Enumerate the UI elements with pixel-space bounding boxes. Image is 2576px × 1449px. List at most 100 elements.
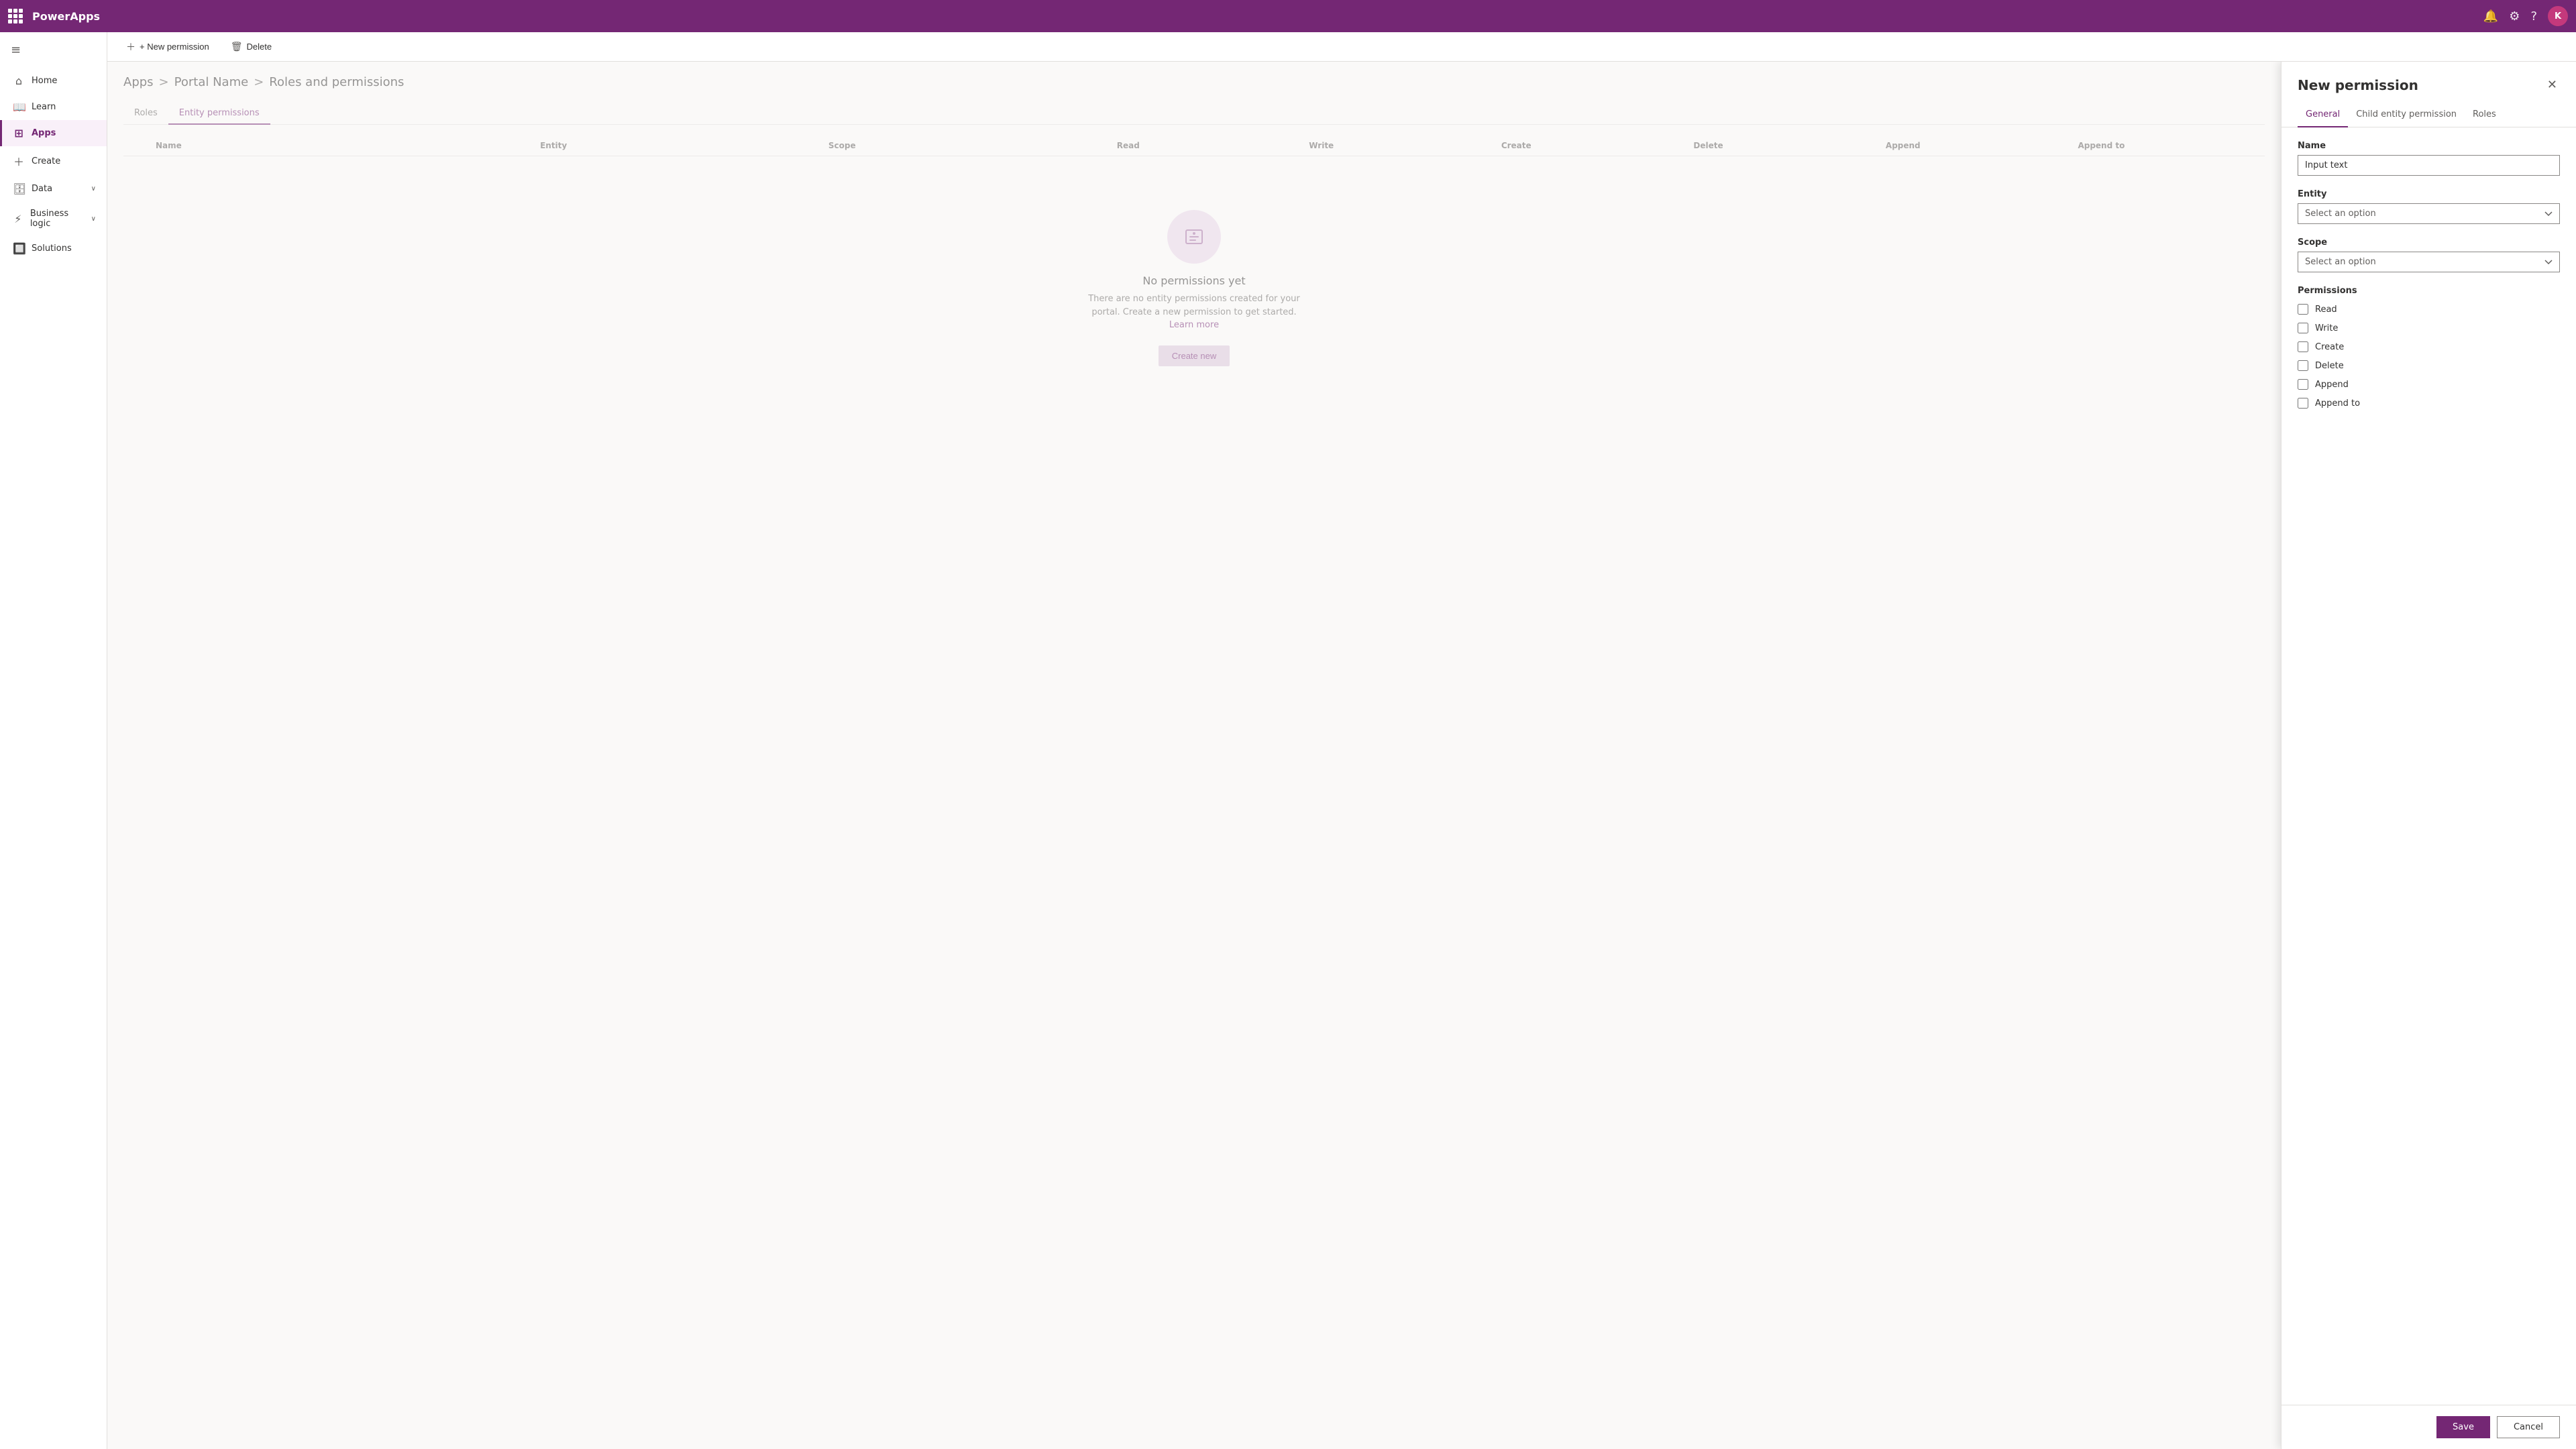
topbar: PowerApps 🔔 ⚙ ? K	[0, 0, 2576, 32]
sidebar-item-data[interactable]: 🗄 Data ∨	[0, 176, 107, 202]
sidebar-item-solutions[interactable]: 🔲 Solutions	[0, 235, 107, 262]
col-scope: Scope	[823, 141, 1112, 150]
add-icon: ＋	[126, 40, 136, 54]
panel-tab-child-entity[interactable]: Child entity permission	[2348, 103, 2465, 127]
empty-title: No permissions yet	[1142, 274, 1245, 287]
panel-tab-roles[interactable]: Roles	[2465, 103, 2504, 127]
command-bar: ＋ + New permission 🗑 Delete	[107, 32, 2576, 62]
delete-checkbox[interactable]	[2298, 360, 2308, 371]
checkbox-append-to[interactable]: Append to	[2298, 398, 2560, 409]
sidebar-toggle[interactable]: ≡	[0, 38, 107, 62]
empty-state: No permissions yet There are no entity p…	[123, 156, 2265, 420]
permissions-label: Permissions	[2298, 286, 2560, 296]
col-checkbox	[123, 141, 150, 150]
panel-title: New permission	[2298, 77, 2418, 93]
breadcrumb: Apps > Portal Name > Roles and permissio…	[123, 75, 2265, 89]
learn-more-link[interactable]: Learn more	[1169, 320, 1219, 330]
write-label: Write	[2315, 323, 2338, 333]
append-to-checkbox[interactable]	[2298, 398, 2308, 409]
col-create: Create	[1496, 141, 1688, 150]
scope-select[interactable]: Select an option	[2298, 252, 2560, 272]
append-to-label: Append to	[2315, 398, 2360, 409]
checkbox-read[interactable]: Read	[2298, 304, 2560, 315]
apps-icon: ⊞	[13, 127, 25, 140]
create-new-button[interactable]: Create new	[1159, 345, 1230, 366]
append-label: Append	[2315, 380, 2349, 390]
save-button[interactable]: Save	[2436, 1416, 2490, 1438]
page-content: Apps > Portal Name > Roles and permissio…	[107, 62, 2281, 1449]
new-permission-button[interactable]: ＋ + New permission	[121, 38, 215, 56]
waffle-menu[interactable]	[8, 9, 23, 23]
col-append-to: Append to	[2072, 141, 2265, 150]
avatar[interactable]: K	[2548, 6, 2568, 26]
business-logic-chevron-icon: ∨	[91, 215, 96, 223]
checkbox-delete[interactable]: Delete	[2298, 360, 2560, 371]
panel-header: New permission ✕	[2282, 62, 2576, 95]
col-entity: Entity	[535, 141, 823, 150]
col-name[interactable]: Name	[150, 141, 535, 150]
entity-tabs: Roles Entity permissions	[123, 103, 2265, 125]
main-layout: ≡ ⌂ Home 📖 Learn ⊞ Apps ＋ Create 🗄 Data …	[0, 32, 2576, 1449]
entity-select[interactable]: Select an option	[2298, 203, 2560, 224]
checkbox-append[interactable]: Append	[2298, 379, 2560, 390]
help-icon[interactable]: ?	[2530, 9, 2537, 23]
sidebar-item-business-logic[interactable]: ⚡ Business logic ∨	[0, 202, 107, 235]
page-area: Apps > Portal Name > Roles and permissio…	[107, 62, 2576, 1449]
scope-field-group: Scope Select an option	[2298, 237, 2560, 272]
col-read: Read	[1112, 141, 1304, 150]
table-header: Name Entity Scope Read Write Create Dele…	[123, 136, 2265, 156]
entity-field-group: Entity Select an option	[2298, 189, 2560, 224]
empty-desc: There are no entity permissions created …	[1080, 292, 1308, 332]
data-icon: 🗄	[13, 182, 25, 195]
col-write: Write	[1303, 141, 1496, 150]
scope-label: Scope	[2298, 237, 2560, 248]
app-title: PowerApps	[32, 10, 100, 23]
home-icon: ⌂	[13, 74, 25, 87]
gear-icon[interactable]: ⚙	[2509, 9, 2520, 23]
panel-tabs: General Child entity permission Roles	[2282, 103, 2576, 127]
breadcrumb-sep-1: >	[159, 75, 169, 89]
name-label: Name	[2298, 141, 2560, 151]
checkbox-write[interactable]: Write	[2298, 323, 2560, 333]
sidebar-item-apps[interactable]: ⊞ Apps	[0, 120, 107, 146]
read-label: Read	[2315, 305, 2337, 315]
append-checkbox[interactable]	[2298, 379, 2308, 390]
write-checkbox[interactable]	[2298, 323, 2308, 333]
breadcrumb-apps[interactable]: Apps	[123, 75, 154, 89]
tab-roles[interactable]: Roles	[123, 103, 168, 125]
create-icon: ＋	[13, 153, 25, 169]
panel-close-button[interactable]: ✕	[2544, 75, 2560, 95]
col-append: Append	[1880, 141, 2073, 150]
delete-button[interactable]: 🗑 Delete	[225, 38, 277, 55]
sidebar-item-learn[interactable]: 📖 Learn	[0, 94, 107, 120]
entity-label: Entity	[2298, 189, 2560, 199]
cancel-button[interactable]: Cancel	[2497, 1416, 2560, 1438]
permissions-section: Permissions Read Write Create	[2298, 286, 2560, 409]
empty-icon-circle	[1167, 210, 1221, 264]
create-checkbox[interactable]	[2298, 341, 2308, 352]
side-panel: New permission ✕ General Child entity pe…	[2281, 62, 2576, 1449]
data-chevron-icon: ∨	[91, 185, 96, 193]
delete-label: Delete	[2315, 361, 2344, 371]
read-checkbox[interactable]	[2298, 304, 2308, 315]
sidebar-item-home[interactable]: ⌂ Home	[0, 68, 107, 94]
panel-footer: Save Cancel	[2282, 1405, 2576, 1449]
main-content: ＋ + New permission 🗑 Delete Apps > Porta…	[107, 32, 2576, 1449]
solutions-icon: 🔲	[13, 242, 25, 255]
name-field-group: Name	[2298, 141, 2560, 176]
panel-body: Name Entity Select an option Scope	[2282, 127, 2576, 1405]
create-label: Create	[2315, 342, 2344, 352]
breadcrumb-portal[interactable]: Portal Name	[174, 75, 249, 89]
bell-icon[interactable]: 🔔	[2483, 9, 2498, 23]
tab-entity-permissions[interactable]: Entity permissions	[168, 103, 270, 125]
learn-icon: 📖	[13, 101, 25, 113]
business-logic-icon: ⚡	[13, 213, 23, 225]
breadcrumb-sep-2: >	[254, 75, 264, 89]
checkbox-create[interactable]: Create	[2298, 341, 2560, 352]
breadcrumb-current: Roles and permissions	[269, 75, 404, 89]
name-input[interactable]	[2298, 155, 2560, 176]
panel-tab-general[interactable]: General	[2298, 103, 2348, 127]
col-delete: Delete	[1688, 141, 1880, 150]
topbar-actions: 🔔 ⚙ ? K	[2483, 6, 2568, 26]
sidebar-item-create[interactable]: ＋ Create	[0, 146, 107, 176]
